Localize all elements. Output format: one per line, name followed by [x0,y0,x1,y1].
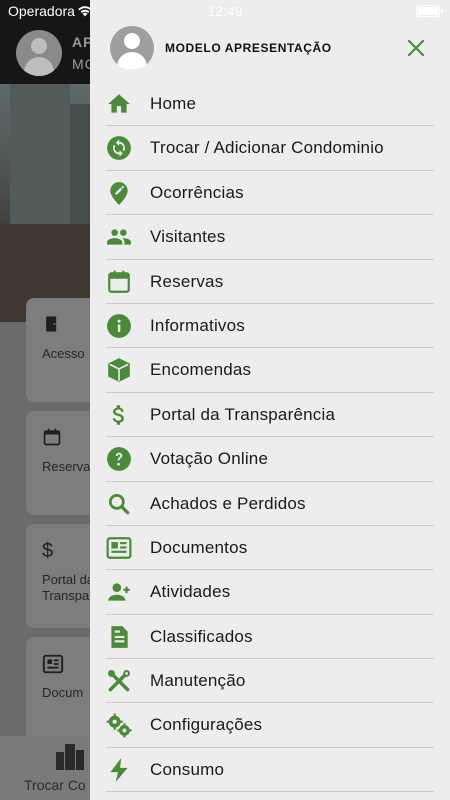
home-icon [106,91,132,117]
battery-icon [416,5,443,17]
close-icon[interactable] [406,38,426,58]
menu-item-label: Portal da Transparência [150,404,336,424]
background-card-label: Portal da Transpa [42,572,95,603]
menu-item-manutencao[interactable]: Manutenção [90,659,450,704]
menu-item-portal-transparencia[interactable]: Portal da Transparência [90,393,450,438]
menu-item-label: Achados e Perdidos [150,493,306,513]
menu-item-configuracoes[interactable]: Configurações [90,703,450,748]
background-tab-label: Trocar Co [24,777,86,793]
menu-item-label: Encomendas [150,360,252,380]
tools-icon [106,668,132,694]
menu-item-label: Documentos [150,537,248,557]
menu-item-documentos[interactable]: Documentos [90,526,450,571]
people-icon [106,224,132,250]
menu-item-encomendas[interactable]: Encomendas [90,348,450,393]
background-avatar [16,30,62,76]
background-card-label: Acesso [42,346,85,361]
menu-item-label: Manutenção [150,671,246,691]
menu-item-atividades[interactable]: Atividades [90,570,450,615]
menu-item-reservas[interactable]: Reservas [90,260,450,304]
buildings-icon [54,742,86,770]
menu-item-label: Trocar / Adicionar Condominio [150,138,384,158]
classified-icon [106,624,132,650]
calendar-icon [106,269,132,295]
person-add-icon [106,579,132,605]
search-icon [106,491,132,517]
avatar[interactable] [110,26,154,70]
package-icon [106,357,132,383]
status-time: 12:49 [207,3,243,19]
info-icon [106,313,132,339]
menu-item-label: Classificados [150,626,253,646]
newspaper-icon [106,535,132,561]
menu-item-ocorrencias[interactable]: Ocorrências [90,171,450,216]
calendar-icon [42,427,62,452]
menu-item-label: Home [150,94,197,113]
menu-item-consumo[interactable]: Consumo [90,748,450,793]
menu-item-label: Votação Online [150,449,269,469]
menu-item-classificados[interactable]: Classificados [90,615,450,660]
door-icon [42,314,62,339]
menu-item-label: Visitantes [150,227,226,247]
drawer-menu: Home Trocar / Adicionar Condominio Ocorr… [90,82,450,793]
navigation-drawer: MODELO APRESENTAÇÃO Home Trocar / Adicio… [90,0,450,800]
bolt-icon [106,757,132,783]
dollar-icon [106,402,132,428]
menu-item-label: Reservas [150,271,224,291]
background-card-label: Docum [42,685,84,700]
pin-edit-icon [106,180,132,206]
menu-item-achados-perdidos[interactable]: Achados e Perdidos [90,482,450,526]
sync-icon [106,135,132,161]
menu-item-label: Configurações [150,715,263,735]
menu-item-informativos[interactable]: Informativos [90,304,450,349]
menu-item-home[interactable]: Home [90,82,450,127]
status-bar: Operadora 12:49 [0,0,450,24]
menu-item-trocar-condominio[interactable]: Trocar / Adicionar Condominio [90,126,450,171]
menu-item-label: Informativos [150,315,245,335]
menu-item-label: Ocorrências [150,182,244,202]
help-icon [106,446,132,472]
divider [106,791,434,793]
gears-icon [106,712,132,738]
menu-item-label: Consumo [150,759,225,779]
document-icon [42,653,64,680]
drawer-user-name: MODELO APRESENTAÇÃO [165,41,332,55]
background-card-label: Reservas [42,459,97,474]
menu-item-visitantes[interactable]: Visitantes [90,215,450,260]
menu-item-votacao-online[interactable]: Votação Online [90,437,450,482]
dollar-icon: $ [42,540,54,562]
menu-item-label: Atividades [150,582,231,602]
